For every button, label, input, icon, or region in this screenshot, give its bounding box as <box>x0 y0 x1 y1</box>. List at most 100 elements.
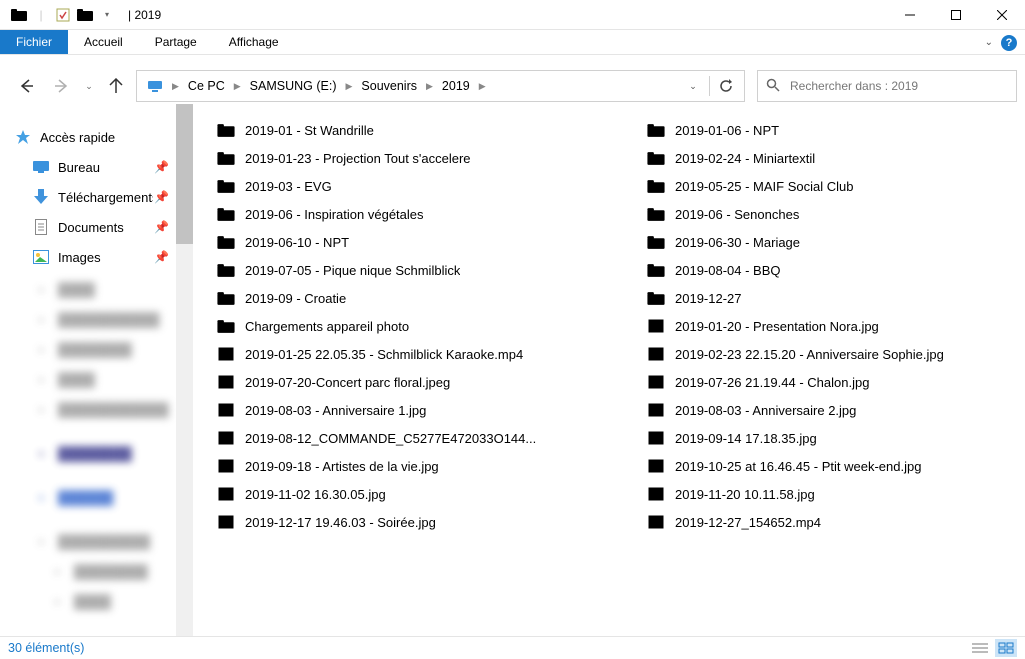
ribbon-tab-home[interactable]: Accueil <box>68 30 139 54</box>
file-item[interactable]: 2019-09-18 - Artistes de la vie.jpg <box>217 452 587 480</box>
folder-item[interactable]: 2019-01 - St Wandrille <box>217 116 587 144</box>
file-item[interactable]: 2019-11-20 10.11.58.jpg <box>647 480 1017 508</box>
file-name-label: 2019-09-14 17.18.35.jpg <box>675 431 817 446</box>
file-item[interactable]: 2019-09-14 17.18.35.jpg <box>647 424 1017 452</box>
sidebar-item-hidden[interactable]: ▪████████████ <box>32 394 193 424</box>
breadcrumb-item[interactable]: 2019 <box>436 71 476 101</box>
sidebar-item-hidden[interactable]: ▪████████ <box>32 438 193 468</box>
sidebar-item-documents[interactable]: Documents 📌 <box>32 212 193 242</box>
folder-item[interactable]: 2019-07-05 - Pique nique Schmilblick <box>217 256 587 284</box>
pin-icon: 📌 <box>154 220 169 234</box>
ribbon-tab-share[interactable]: Partage <box>139 30 213 54</box>
folder-icon <box>217 233 235 251</box>
search-input[interactable]: Rechercher dans : 2019 <box>757 70 1017 102</box>
title-bar: | ▾ | 2019 <box>0 0 1025 30</box>
ribbon-tab-view[interactable]: Affichage <box>213 30 295 54</box>
file-name-label: 2019-03 - EVG <box>245 179 332 194</box>
breadcrumb-item[interactable]: Souvenirs <box>355 71 423 101</box>
chevron-right-icon[interactable]: ▶ <box>231 81 244 92</box>
file-item[interactable]: 2019-12-27_154652.mp4 <box>647 508 1017 536</box>
folder-item[interactable]: 2019-06 - Inspiration végétales <box>217 200 587 228</box>
pin-icon: 📌 <box>154 160 169 174</box>
close-button[interactable] <box>979 0 1025 30</box>
folder-item[interactable]: 2019-08-04 - BBQ <box>647 256 1017 284</box>
file-item[interactable]: 2019-08-12_COMMANDE_C5277E472033O144... <box>217 424 587 452</box>
sidebar-scrollbar[interactable] <box>176 104 193 636</box>
sidebar-item-hidden[interactable]: ▪████████ <box>32 556 193 586</box>
file-item[interactable]: 2019-08-03 - Anniversaire 2.jpg <box>647 396 1017 424</box>
folder-item[interactable]: 2019-06 - Senonches <box>647 200 1017 228</box>
file-item[interactable]: 2019-11-02 16.30.05.jpg <box>217 480 587 508</box>
address-bar[interactable]: ▶ Ce PC ▶ SAMSUNG (E:) ▶ Souvenirs ▶ 201… <box>136 70 745 102</box>
folder-icon <box>647 289 665 307</box>
file-name-label: 2019-02-24 - Miniartextil <box>675 151 815 166</box>
view-details-button[interactable] <box>969 639 991 657</box>
folder-item[interactable]: Chargements appareil photo <box>217 312 587 340</box>
file-item[interactable]: 2019-08-03 - Anniversaire 1.jpg <box>217 396 587 424</box>
ribbon-tab-file[interactable]: Fichier <box>0 30 68 54</box>
chevron-right-icon[interactable]: ▶ <box>169 81 182 92</box>
folder-item[interactable]: 2019-01-06 - NPT <box>647 116 1017 144</box>
sidebar-item-hidden[interactable]: ▪████████ <box>32 334 193 364</box>
file-item[interactable]: 2019-02-23 22.15.20 - Anniversaire Sophi… <box>647 340 1017 368</box>
sidebar-item-hidden[interactable]: ▪████ <box>32 364 193 394</box>
image-icon <box>217 457 235 475</box>
image-icon <box>217 513 235 531</box>
ribbon-collapse-icon[interactable]: ⌄ <box>985 37 993 48</box>
view-large-icons-button[interactable] <box>995 639 1017 657</box>
file-item[interactable]: 2019-12-17 19.46.03 - Soirée.jpg <box>217 508 587 536</box>
chevron-right-icon[interactable]: ▶ <box>423 81 436 92</box>
qat-folder-icon <box>8 4 30 26</box>
minimize-button[interactable] <box>887 0 933 30</box>
folder-item[interactable]: 2019-06-10 - NPT <box>217 228 587 256</box>
folder-item[interactable]: 2019-06-30 - Mariage <box>647 228 1017 256</box>
sidebar-item-hidden[interactable]: ▪████ <box>32 586 193 616</box>
ribbon-tabs: Fichier Accueil Partage Affichage ⌄ ? <box>0 30 1025 55</box>
folder-icon <box>217 121 235 139</box>
folder-icon <box>217 149 235 167</box>
image-icon <box>217 485 235 503</box>
breadcrumb-item[interactable]: Ce PC <box>182 71 231 101</box>
folder-item[interactable]: 2019-02-24 - Miniartextil <box>647 144 1017 172</box>
breadcrumb-item[interactable]: SAMSUNG (E:) <box>244 71 343 101</box>
sidebar-item-desktop[interactable]: Bureau 📌 <box>32 152 193 182</box>
sidebar-item-downloads[interactable]: Téléchargements 📌 <box>32 182 193 212</box>
folder-item[interactable]: 2019-12-27 <box>647 284 1017 312</box>
file-name-label: 2019-07-20-Concert parc floral.jpeg <box>245 375 450 390</box>
file-item[interactable]: 2019-01-25 22.05.35 - Schmilblick Karaok… <box>217 340 587 368</box>
folder-icon <box>647 177 665 195</box>
sidebar-quick-access[interactable]: Accès rapide <box>14 122 193 152</box>
nav-back-button[interactable] <box>10 72 42 100</box>
nav-up-button[interactable] <box>100 72 132 100</box>
chevron-right-icon[interactable]: ▶ <box>342 81 355 92</box>
breadcrumb-root-icon[interactable] <box>141 71 169 101</box>
maximize-button[interactable] <box>933 0 979 30</box>
pin-icon: 📌 <box>154 250 169 264</box>
folder-icon <box>217 177 235 195</box>
file-item[interactable]: 2019-07-26 21.19.44 - Chalon.jpg <box>647 368 1017 396</box>
nav-forward-button[interactable] <box>46 72 78 100</box>
sidebar-item-images[interactable]: Images 📌 <box>32 242 193 272</box>
folder-item[interactable]: 2019-09 - Croatie <box>217 284 587 312</box>
nav-recent-dropdown[interactable]: ⌄ <box>82 72 96 100</box>
folder-item[interactable]: 2019-01-23 - Projection Tout s'accelere <box>217 144 587 172</box>
sidebar-item-hidden[interactable]: ▪████ <box>32 274 193 304</box>
help-button[interactable]: ? <box>1001 35 1017 51</box>
chevron-right-icon[interactable]: ▶ <box>476 81 489 92</box>
address-dropdown-button[interactable]: ⌄ <box>679 71 707 101</box>
qat-properties-button[interactable] <box>52 4 74 26</box>
file-item[interactable]: 2019-07-20-Concert parc floral.jpeg <box>217 368 587 396</box>
sidebar-item-label: Documents <box>58 220 124 235</box>
folder-item[interactable]: 2019-05-25 - MAIF Social Club <box>647 172 1017 200</box>
folder-item[interactable]: 2019-03 - EVG <box>217 172 587 200</box>
sidebar-item-hidden[interactable]: ▪██████████ <box>32 526 193 556</box>
file-item[interactable]: 2019-10-25 at 16.46.45 - Ptit week-end.j… <box>647 452 1017 480</box>
sidebar-item-hidden[interactable]: ▪██████ <box>32 482 193 512</box>
file-item[interactable]: 2019-01-20 - Presentation Nora.jpg <box>647 312 1017 340</box>
status-item-count: 30 élément(s) <box>8 641 84 655</box>
folder-icon <box>217 205 235 223</box>
qat-dropdown[interactable]: ▾ <box>96 4 118 26</box>
folder-icon <box>647 149 665 167</box>
refresh-button[interactable] <box>712 71 740 101</box>
sidebar-item-hidden[interactable]: ▪███████████ <box>32 304 193 334</box>
